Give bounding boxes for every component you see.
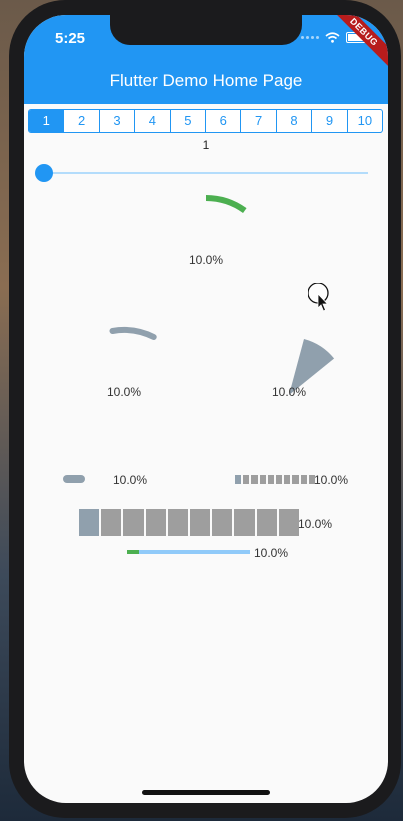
mouse-cursor-icon <box>308 283 329 312</box>
home-indicator <box>142 790 270 795</box>
step-large-step <box>123 509 144 536</box>
step-progress-small <box>235 475 316 484</box>
step-large-step <box>145 509 166 536</box>
step-progress-small-label: 10.0% <box>314 473 349 487</box>
linear-progress-label: 10.0% <box>254 546 289 560</box>
step-large-step <box>79 509 100 536</box>
step-small-step <box>300 475 307 484</box>
linear-progress <box>127 550 250 554</box>
step-progress-large-label: 10.0% <box>298 517 333 531</box>
step-large-step <box>234 509 255 536</box>
step-small-step <box>267 475 275 484</box>
step-small-step <box>292 475 299 484</box>
step-small-step <box>284 475 291 484</box>
step-large-step <box>278 509 300 536</box>
step-small-step <box>243 475 250 484</box>
step-small-step <box>235 475 242 484</box>
capsule-progress <box>63 475 85 483</box>
app-screen: 5:25 Flutter Demo Home Page DEBUG 123456… <box>24 15 388 803</box>
step-large-step <box>256 509 277 536</box>
step-small-step <box>276 475 283 484</box>
step-large-step <box>167 509 189 536</box>
step-large-step <box>190 509 211 536</box>
linear-progress-fill <box>127 550 140 554</box>
step-progress-large <box>79 509 300 536</box>
pie-progress-right <box>289 339 335 395</box>
step-large-step <box>212 509 233 536</box>
step-small-step <box>251 475 258 484</box>
capsule-progress-label: 10.0% <box>113 473 148 487</box>
step-large-step <box>101 509 122 536</box>
step-small-step <box>259 475 266 484</box>
pie-progress-right-label: 10.0% <box>272 385 307 399</box>
device-notch <box>110 15 302 45</box>
